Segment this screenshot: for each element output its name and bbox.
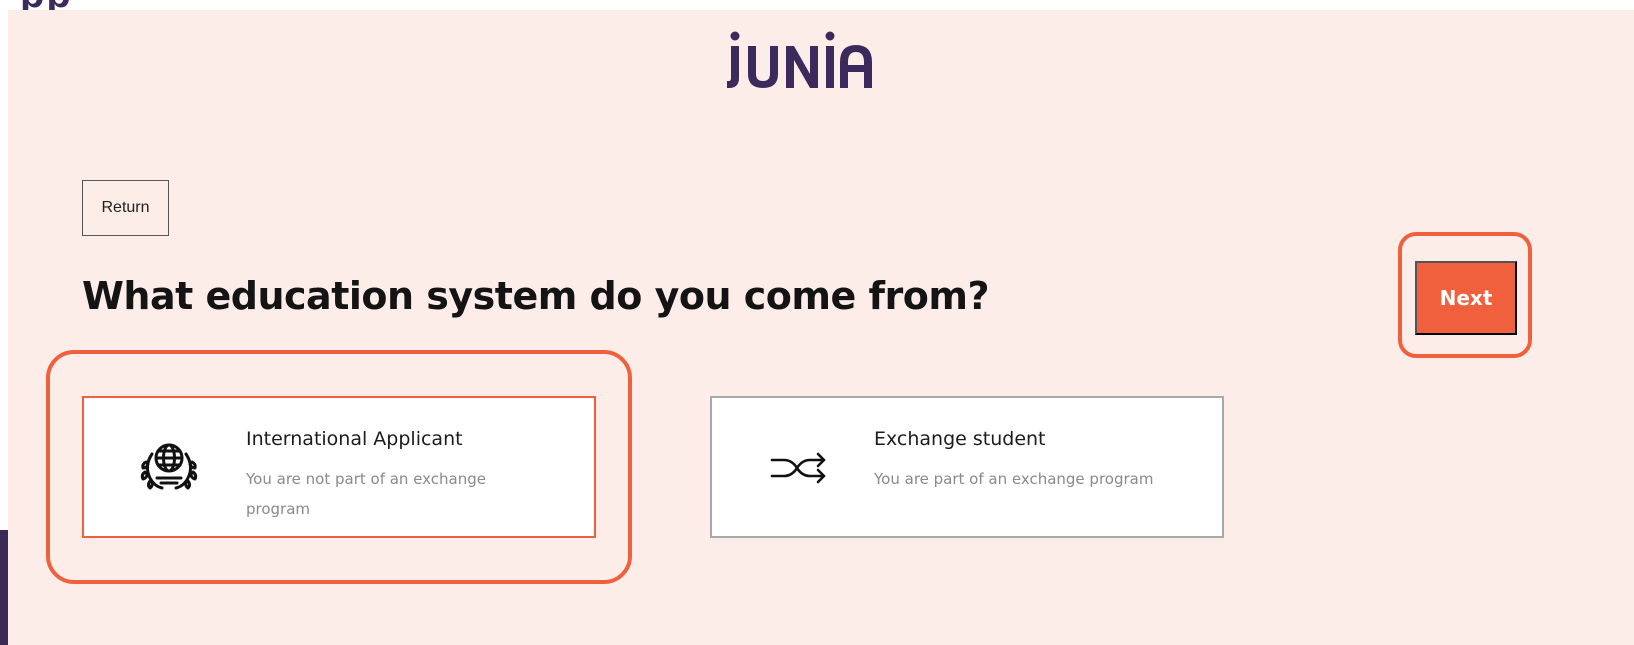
globe-laurel-icon [134, 432, 204, 502]
return-button[interactable]: Return [82, 180, 169, 236]
page: pp Return What education system do you c… [0, 0, 1634, 645]
option-title: International Applicant [246, 428, 463, 450]
option-international-applicant[interactable]: International Applicant You are not part… [82, 396, 596, 538]
option-description: You are part of an exchange program [874, 470, 1154, 488]
junia-logo-mark [727, 31, 872, 88]
next-button[interactable]: Next [1415, 261, 1517, 335]
option-exchange-student[interactable]: Exchange student You are part of an exch… [710, 396, 1224, 538]
junia-logo [724, 28, 874, 103]
left-edge-strip [0, 530, 8, 645]
option-description: You are not part of an exchange program [246, 470, 486, 518]
option-title: Exchange student [874, 428, 1046, 450]
question-heading: What education system do you come from? [82, 274, 990, 318]
shuffle-icon [762, 432, 832, 502]
